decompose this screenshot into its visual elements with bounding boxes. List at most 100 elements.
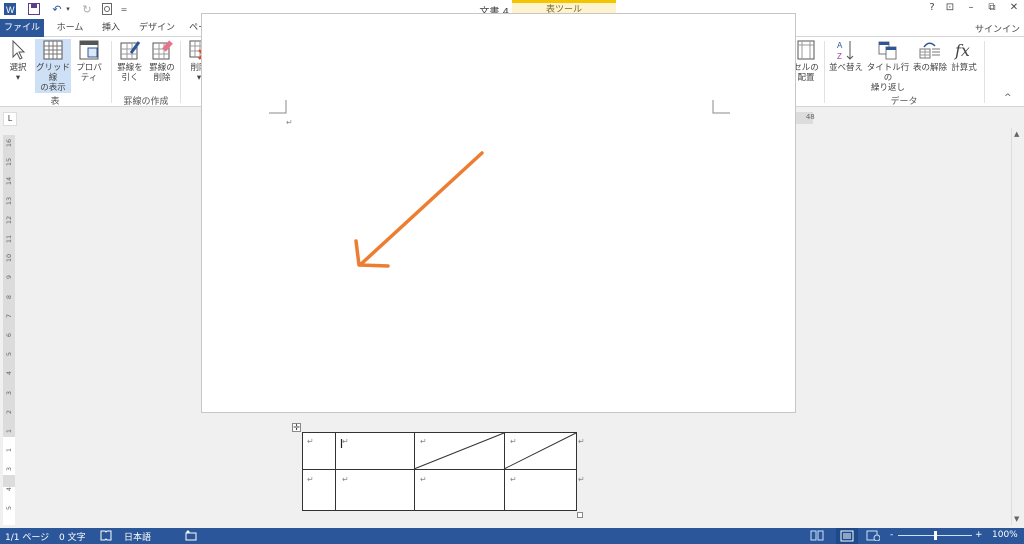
scroll-down-icon[interactable]: ▼ [1014, 515, 1019, 523]
draw-border-label-1: 罫線を [117, 63, 143, 73]
help-button[interactable]: ? [923, 2, 941, 16]
cell-paragraph-mark[interactable]: ↵ [342, 475, 349, 484]
vertical-ruler-tick-label: 13 [5, 196, 13, 205]
cell-margins-icon [797, 40, 815, 60]
cell-paragraph-mark[interactable]: ↵ [510, 437, 517, 446]
vertical-ruler-tick-label: 11 [5, 234, 13, 244]
macro-recording-icon[interactable] [185, 530, 197, 544]
cell-paragraph-mark[interactable]: ↵ [420, 475, 427, 484]
zoom-out-button[interactable]: - [890, 530, 893, 540]
signin-link[interactable]: サインイン [975, 22, 1020, 35]
cell-margins-button[interactable]: セルの 配置 [792, 39, 820, 91]
collapse-ribbon-button[interactable]: ^ [1004, 93, 1012, 103]
repeat-header-label-2: 繰り返し [870, 83, 905, 93]
cell-paragraph-mark[interactable]: ↵ [420, 437, 427, 446]
vertical-ruler-tick-label: 5 [5, 352, 13, 357]
gridlines-icon [43, 40, 63, 60]
table-move-handle-icon[interactable]: ✛ [292, 423, 301, 432]
table-resize-handle[interactable] [577, 512, 583, 518]
vertical-ruler-tick-label: 1 [5, 428, 13, 434]
vertical-ruler-tick-label: 4 [5, 371, 13, 376]
tab-home[interactable]: ホーム [50, 19, 90, 37]
zoom-in-button[interactable]: + [975, 530, 983, 540]
group-label-table: 表 [50, 97, 60, 107]
read-mode-icon[interactable] [810, 530, 824, 544]
svg-text:fx: fx [954, 41, 970, 60]
restore-button[interactable]: ⧉ [983, 2, 1001, 16]
cell-paragraph-mark[interactable]: ↵ [307, 475, 314, 484]
document-page[interactable]: ↵ [201, 13, 796, 413]
crop-mark-top-right [712, 100, 730, 114]
zoom-level[interactable]: 100% [992, 530, 1018, 540]
group-separator [824, 41, 825, 103]
draw-border-button[interactable]: 罫線を 引く [114, 39, 146, 91]
select-label: 選択 [9, 63, 27, 73]
repeat-header-icon [878, 41, 897, 60]
ruler-tick-label: 48 [805, 113, 815, 121]
group-separator [180, 41, 181, 103]
web-layout-icon[interactable] [866, 530, 881, 544]
properties-label: プロパティ [76, 63, 102, 83]
eraser-button[interactable]: 罫線の 削除 [146, 39, 178, 91]
crop-mark-top-left [269, 100, 287, 114]
cell-margins-label-1: セルの [793, 63, 819, 73]
convert-to-text-button[interactable]: 表の解除 [912, 39, 948, 79]
vertical-ruler-tick-label: 7 [5, 313, 13, 318]
tab-selector-button[interactable]: L [3, 112, 17, 126]
pencil-table-icon [120, 41, 141, 60]
vertical-ruler-tick-label: 3 [5, 467, 13, 472]
vertical-ruler-tick-label: 5 [5, 505, 13, 510]
row-end-mark: ↵ [578, 437, 585, 446]
paragraph-mark: ↵ [286, 118, 293, 127]
properties-button[interactable]: プロパティ [72, 39, 106, 83]
group-separator [984, 41, 985, 103]
ribbon-display-options-button[interactable]: ⊡ [941, 2, 959, 16]
select-button[interactable]: 選択 ▾ [4, 39, 32, 91]
sort-az-icon: AZ [837, 41, 854, 61]
view-gridlines-button[interactable]: グリッド線 の表示 [35, 39, 71, 93]
convert-to-text-icon [919, 42, 940, 59]
zoom-slider-thumb[interactable] [934, 531, 937, 540]
eraser-label-2: 削除 [153, 73, 171, 83]
scroll-up-icon[interactable]: ▲ [1014, 130, 1019, 138]
convert-to-text-label: 表の解除 [912, 63, 947, 73]
tab-insert[interactable]: 挿入 [94, 19, 128, 37]
cell-paragraph-mark[interactable]: ↵ [510, 475, 517, 484]
vertical-ruler-tick-label: 16 [5, 138, 13, 148]
eraser-label-1: 罫線の [149, 63, 175, 73]
tab-file[interactable]: ファイル [0, 19, 44, 37]
cell-paragraph-mark[interactable]: ↵ [307, 437, 314, 446]
repeat-header-rows-button[interactable]: タイトル行の 繰り返し [864, 39, 912, 93]
page-count[interactable]: 1/1 ページ [5, 530, 49, 543]
vertical-ruler-tick-label: 1 [5, 448, 13, 453]
draw-border-label-2: 引く [121, 73, 139, 83]
minimize-button[interactable]: – [962, 2, 980, 16]
vertical-ruler[interactable]: 16 15 14 13 12 11 10 9 8 7 6 5 4 3 2 1 1 3 4 5 [3, 135, 15, 525]
table-properties-icon [79, 40, 99, 60]
tab-design[interactable]: デザイン [134, 19, 180, 37]
vertical-ruler-tick-label: 14 [5, 177, 13, 186]
vertical-ruler-tick-label: 15 [5, 158, 13, 167]
vertical-ruler-tick-label: 2 [5, 409, 13, 414]
print-layout-icon[interactable] [836, 528, 858, 544]
vertical-scrollbar[interactable]: ▲ ▼ [1011, 128, 1024, 525]
language-indicator[interactable]: 日本語 [124, 530, 151, 543]
svg-text:Z: Z [837, 52, 842, 61]
word-count[interactable]: 0 文字 [59, 530, 86, 543]
cursor-icon [12, 39, 26, 60]
formula-button[interactable]: fx 計算式 [948, 39, 980, 79]
cell-paragraph-mark[interactable]: ↵ [342, 437, 349, 446]
vertical-ruler-tick-label: 9 [5, 275, 13, 280]
repeat-header-label-1: タイトル行の [866, 63, 910, 83]
vertical-ruler-tick-label: 8 [5, 294, 13, 299]
proofing-icon[interactable] [100, 530, 112, 544]
eraser-icon [152, 40, 173, 60]
sort-label: 並べ替え [828, 63, 863, 73]
sort-button[interactable]: AZ 並べ替え [828, 39, 864, 79]
gridlines-label-2: の表示 [40, 83, 66, 93]
status-bar: 1/1 ページ 0 文字 日本語 - + 100% [0, 528, 1024, 544]
close-button[interactable]: ✕ [1005, 2, 1023, 16]
vertical-ruler-tick-label: 4 [5, 486, 13, 491]
vertical-ruler-tick-label: 6 [5, 332, 13, 338]
group-label-data: データ [890, 97, 918, 107]
